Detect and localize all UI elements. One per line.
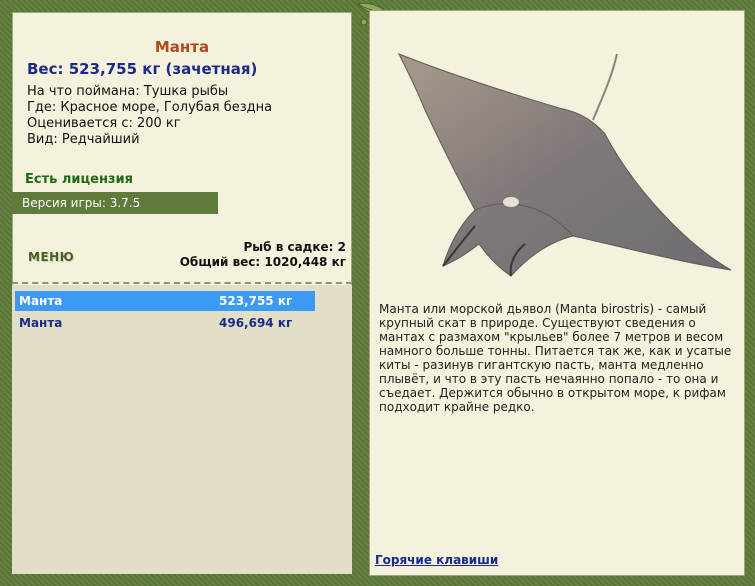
fish-info-panel: Манта Вес: 523,755 кг (зачетная) На что …: [12, 12, 352, 574]
manta-ray-image: [397, 53, 732, 277]
fish-rarity: Вид: Редчайший: [27, 132, 140, 147]
catch-list: Манта 523,755 кг Манта 496,694 кг: [12, 285, 352, 574]
catch-item-weight: 523,755 кг: [219, 294, 293, 308]
catch-location: Где: Красное море, Голубая бездна: [27, 100, 273, 115]
divider: [12, 282, 352, 284]
menu-button[interactable]: МЕНЮ: [28, 250, 74, 264]
catch-item-name: Манта: [19, 294, 63, 308]
catch-list-item[interactable]: Манта 523,755 кг: [15, 291, 315, 311]
catch-item-weight: 496,694 кг: [219, 316, 293, 330]
catch-item-name: Манта: [19, 316, 63, 330]
license-status: Есть лицензия: [25, 172, 133, 187]
fish-price: Оценивается с: 200 кг: [27, 116, 181, 131]
total-weight: Общий вес: 1020,448 кг: [179, 255, 346, 269]
caught-with: На что поймана: Тушка рыбы: [27, 84, 229, 99]
fish-description: Манта или морской дьявол (Manta birostri…: [379, 302, 732, 414]
fish-description-panel: Манта или морской дьявол (Manta birostri…: [369, 10, 745, 576]
fish-weight: Вес: 523,755 кг (зачетная): [27, 60, 258, 78]
fish-name-title: Манта: [154, 38, 210, 56]
game-version: Версия игры: 3.7.5: [12, 192, 218, 214]
catch-list-item[interactable]: Манта 496,694 кг: [15, 313, 315, 333]
hotkeys-link[interactable]: Горячие клавиши: [375, 553, 498, 567]
fish-count: Рыб в садке: 2: [243, 240, 347, 254]
